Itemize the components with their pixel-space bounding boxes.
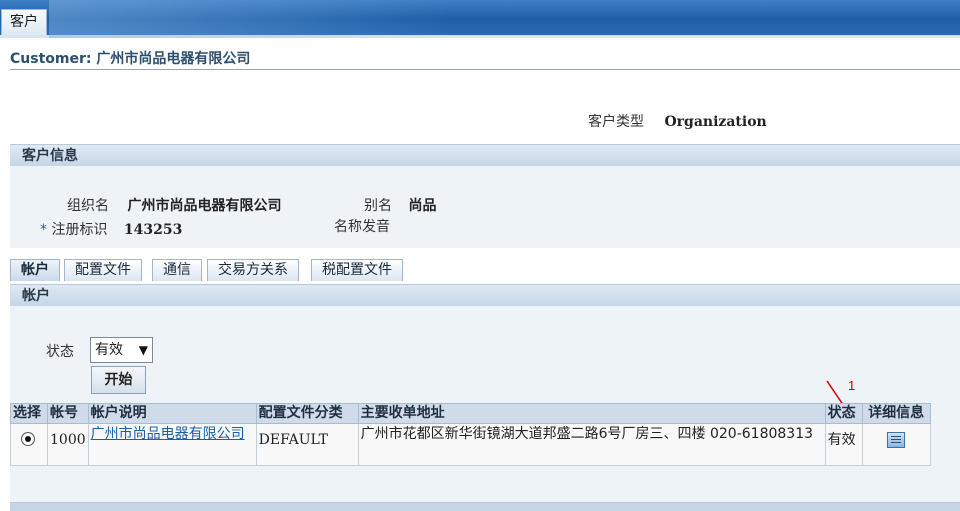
description-cell: 广州市尚品电器有限公司	[87, 423, 257, 466]
col-account-no: 帐号	[47, 403, 89, 424]
registry-value: 143253	[123, 222, 183, 238]
banner-decoration	[49, 0, 449, 38]
account-no-cell: 1000	[47, 423, 89, 466]
table-row: 1000 广州市尚品电器有限公司 DEFAULT 广州市花都区新华街镜湖大道邦盛…	[10, 423, 931, 466]
details-icon[interactable]	[886, 432, 905, 448]
accounts-table: 选择 帐号 帐户说明 配置文件分类 主要收单地址 状态 详细信息 1000 广州…	[10, 403, 931, 466]
registry-label: 注册标识	[51, 222, 108, 238]
tab-communication[interactable]: 通信	[152, 259, 202, 281]
registry-field: * 注册标识 143253	[40, 219, 182, 239]
alias-value: 尚品	[408, 198, 437, 214]
select-cell	[10, 423, 48, 466]
section-accounts: 帐户	[10, 284, 960, 306]
top-banner: 客户	[0, 0, 960, 38]
account-link[interactable]: 广州市尚品电器有限公司	[91, 426, 245, 442]
org-name-field: 组织名 广州市尚品电器有限公司	[67, 195, 281, 215]
required-marker: *	[40, 222, 47, 238]
org-name-label: 组织名	[67, 198, 109, 214]
address-cell: 广州市花都区新华街镜湖大道邦盛二路6号厂房三、四楼 020-61808313	[357, 423, 826, 466]
chevron-down-icon: ▼	[138, 343, 148, 357]
next-section-bar	[10, 502, 960, 511]
details-cell	[861, 423, 931, 466]
section-customer-info: 客户信息	[10, 144, 960, 166]
col-address: 主要收单地址	[357, 403, 826, 424]
col-profile-class: 配置文件分类	[255, 403, 359, 424]
pronunciation-label: 名称发音	[334, 219, 390, 235]
tab-accounts[interactable]: 帐户	[10, 259, 60, 281]
col-status: 状态	[824, 403, 863, 424]
tab-customer[interactable]: 客户	[1, 9, 47, 35]
alias-field: 别名 尚品	[364, 195, 436, 215]
go-button[interactable]: 开始	[91, 366, 146, 394]
tab-relationships[interactable]: 交易方关系	[207, 259, 299, 281]
page-title: Customer: 广州市尚品电器有限公司	[10, 48, 960, 70]
status-select[interactable]: 有效 ▼	[90, 337, 153, 363]
col-select: 选择	[10, 403, 48, 424]
tab-tax-profiles[interactable]: 税配置文件	[311, 259, 403, 281]
tab-profiles[interactable]: 配置文件	[64, 259, 142, 281]
customer-type-value: Organization	[664, 114, 767, 130]
status-select-value: 有效	[95, 342, 123, 358]
alias-label: 别名	[364, 198, 392, 214]
org-name-value: 广州市尚品电器有限公司	[127, 198, 282, 214]
status-cell: 有效	[824, 423, 863, 466]
row-radio[interactable]	[21, 432, 35, 446]
col-details: 详细信息	[861, 403, 931, 424]
customer-type-label: 客户类型	[588, 114, 644, 130]
customer-type: 客户类型 Organization	[588, 111, 767, 131]
profile-class-cell: DEFAULT	[255, 423, 359, 466]
status-filter-label: 状态	[46, 344, 74, 360]
col-description: 帐户说明	[87, 403, 257, 424]
table-header-row: 选择 帐号 帐户说明 配置文件分类 主要收单地址 状态 详细信息	[10, 403, 931, 424]
